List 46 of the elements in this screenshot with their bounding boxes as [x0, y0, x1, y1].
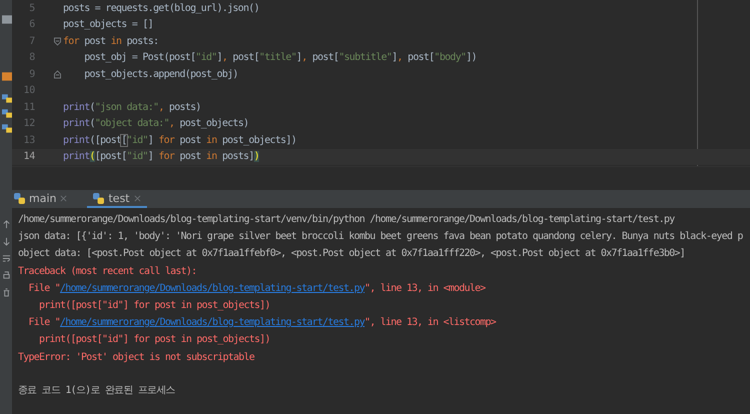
fold-marker-icon[interactable]: [54, 70, 61, 79]
line-number: 10: [22, 85, 35, 96]
line-number: 12: [22, 118, 35, 130]
console-line: /home/summerorange/Downloads/blog-templating-start/venv/bin/python /home/summerorange/Downloads/blog-templating-start/test.py: [18, 213, 676, 227]
line-number: 14: [22, 151, 35, 162]
console-line: 종료 코드 1(으)로 완료된 프로세스: [18, 384, 176, 398]
tab-label: main: [29, 192, 56, 204]
run-tab[interactable]: main: [8, 190, 74, 208]
console-line: print([post["id"] for post in post_objects]): [38, 333, 272, 348]
file-link[interactable]: /home/summerorange/Downloads/blog-templating-start/test.py: [60, 317, 365, 328]
code-line: post_objects = []: [63, 19, 154, 30]
python-icon: [93, 192, 104, 204]
close-icon[interactable]: [60, 194, 68, 202]
console-line: json data: [{'id': 1, 'body': 'Nori grape silver beet broccoli kombu beet greens fava bean potato quandong celery. Bunya nuts black-eyed p: [18, 230, 744, 244]
line-number: 5: [28, 2, 35, 14]
console-line: print([post["id"] for post in post_objects]): [38, 298, 272, 313]
up-arrow-icon[interactable]: [2, 220, 10, 229]
code-line: print("json data:", posts): [63, 102, 201, 113]
code-line: print("object data:", post_objects): [63, 118, 249, 130]
code-line: for post in posts:: [63, 36, 158, 47]
file-link[interactable]: /home/summerorange/Downloads/blog-templating-start/test.py: [60, 282, 365, 294]
line-number: 9: [28, 68, 35, 80]
fold-marker-icon[interactable]: [54, 36, 61, 46]
console-line: object data: [<post.Post object at 0x7f1aa1ffebf0>, <post.Post object at 0x7f1aa1fff220>, <post.Post object at 0x7f1aa1ffe3b0>]: [18, 247, 686, 262]
code-line: posts = requests.get(blog_url).json(): [63, 2, 260, 14]
console-line: Traceback (most recent call last):: [18, 264, 198, 279]
line-number: 13: [22, 134, 35, 146]
trash-icon[interactable]: [2, 288, 10, 297]
console-line: File "/home/summerorange/Downloads/blog-templating-start/test.py", line 13, in <listcomp>: [28, 316, 498, 330]
run-tab[interactable]: test: [87, 190, 147, 208]
tab-label: test: [108, 192, 130, 204]
line-number: 7: [28, 36, 35, 47]
code-line: post_objects.append(post_obj): [83, 68, 238, 80]
line-number: 11: [22, 102, 35, 113]
line-number: 8: [28, 52, 35, 64]
wrap-lines-icon[interactable]: [2, 254, 10, 263]
down-arrow-icon[interactable]: [2, 237, 10, 246]
console-line: TypeError: 'Post' object is not subscriptable: [18, 350, 256, 364]
code-line: print([post["id"] for post in posts]): [63, 151, 260, 162]
python-icon: [14, 192, 25, 204]
console-line: File "/home/summerorange/Downloads/blog-templating-start/test.py", line 13, in <module>: [28, 282, 487, 296]
print-icon[interactable]: [2, 271, 10, 280]
line-number: 6: [28, 19, 35, 30]
close-icon[interactable]: [134, 194, 141, 202]
code-line: post_obj = Post(post["id"], post["title"], post["subtitle"], post["body"]): [83, 52, 477, 64]
code-line: print([post["id"] for post in post_objects]): [63, 134, 296, 146]
